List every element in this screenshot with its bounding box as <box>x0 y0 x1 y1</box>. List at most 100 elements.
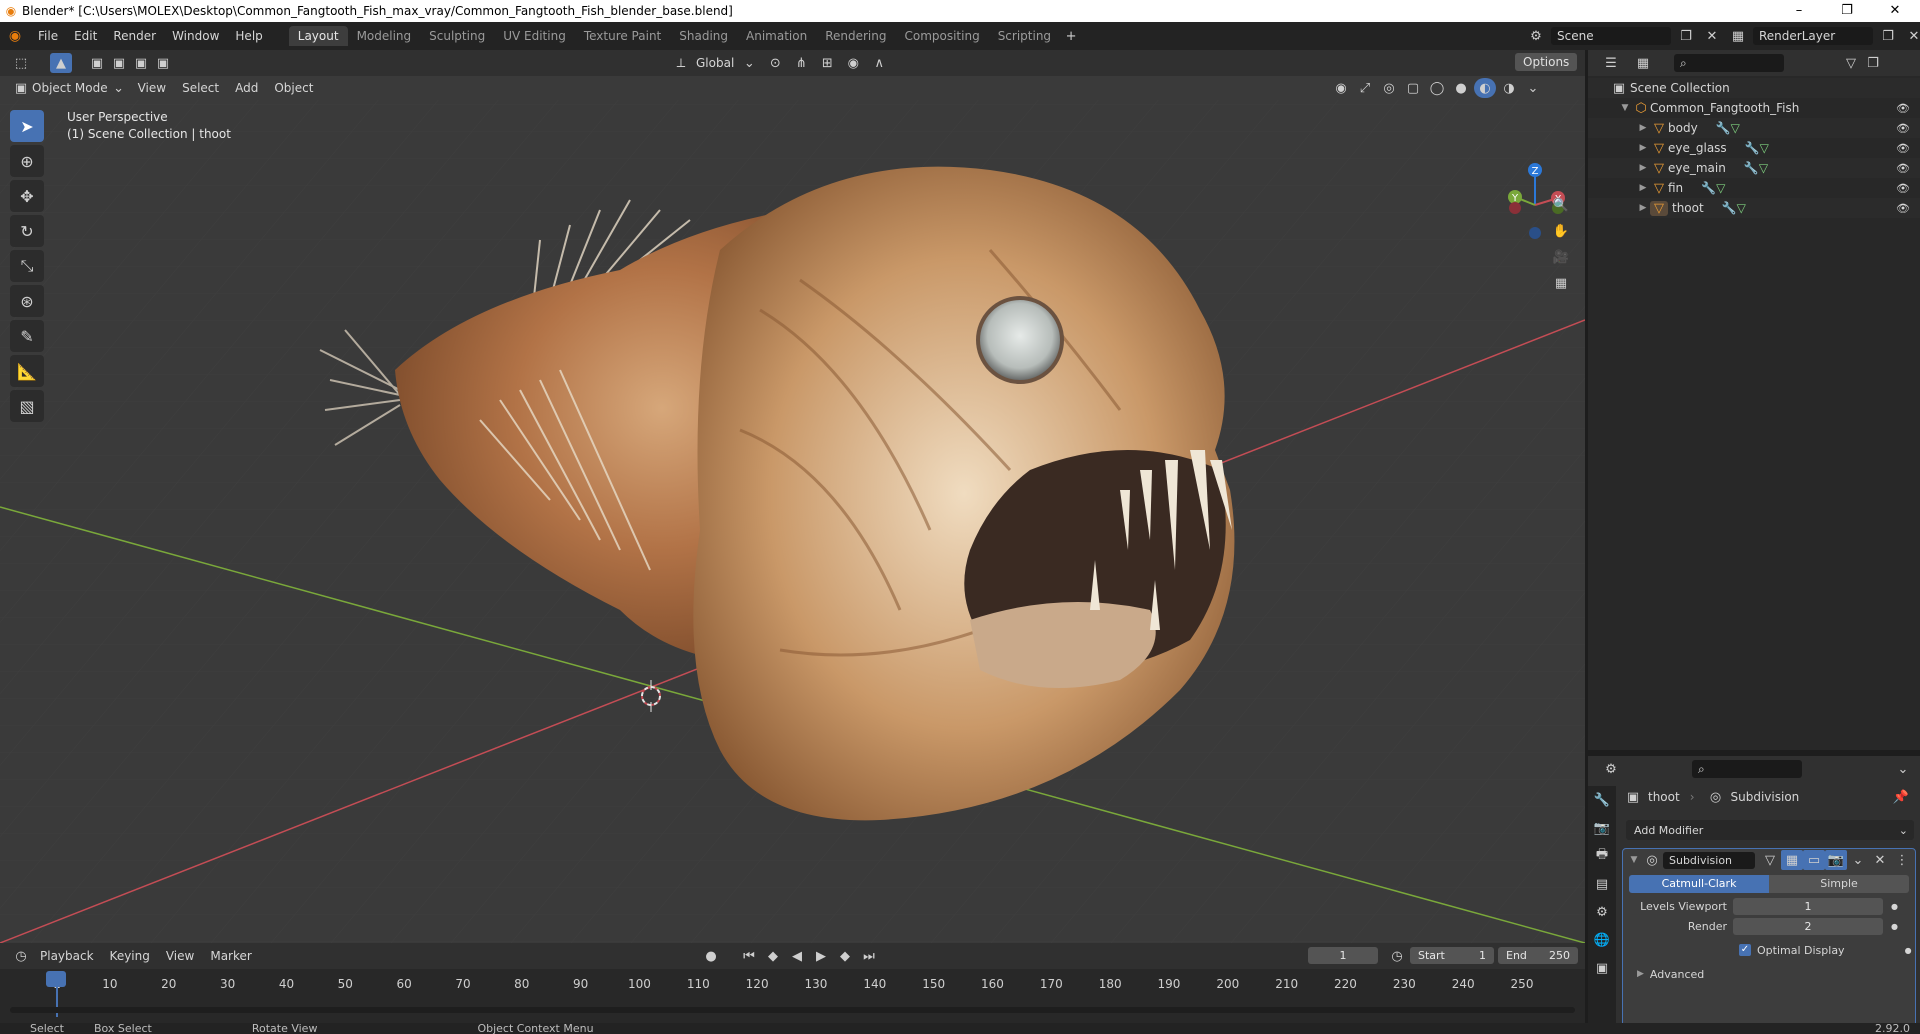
vp-menu-select[interactable]: Select <box>174 81 227 95</box>
mesh-data-icon[interactable]: ▽ <box>1716 181 1725 195</box>
pin-icon[interactable]: 📌 <box>1890 787 1912 807</box>
outliner-collection[interactable]: ▼ ⬡ Common_Fangtooth_Fish 👁 <box>1588 98 1920 118</box>
snap-target-icon[interactable]: ⊞ <box>816 53 838 73</box>
tab-catmull-clark[interactable]: Catmull-Clark <box>1629 875 1769 893</box>
menu-edit[interactable]: Edit <box>66 29 105 43</box>
vp-menu-add[interactable]: Add <box>227 81 266 95</box>
editor-type-icon[interactable]: ⬚ <box>10 53 32 73</box>
add-workspace-icon[interactable]: + <box>1060 26 1082 46</box>
render-layer-new-icon[interactable]: ❐ <box>1877 26 1899 46</box>
eye-icon[interactable]: 👁 <box>1896 202 1910 215</box>
tab-animation[interactable]: Animation <box>737 26 816 46</box>
collapse-arrow-icon[interactable]: ▼ <box>1627 855 1641 865</box>
render-layer-remove-icon[interactable]: ✕ <box>1903 26 1920 46</box>
menu-window[interactable]: Window <box>164 29 227 43</box>
ortho-grid-icon[interactable]: ▦ <box>1550 273 1572 293</box>
mesh-data-icon[interactable]: ▽ <box>1760 141 1769 155</box>
advanced-panel-label[interactable]: Advanced <box>1650 968 1704 981</box>
levels-viewport-field[interactable]: 1 <box>1733 897 1883 915</box>
outliner-item-eye-main[interactable]: ▶ ▽ eye_main 🔧 ▽ 👁 <box>1588 158 1920 178</box>
expand-arrow-icon[interactable]: ▶ <box>1636 203 1650 213</box>
menu-render[interactable]: Render <box>105 29 164 43</box>
expand-arrow-icon[interactable]: ▶ <box>1636 143 1650 153</box>
minimize-button[interactable]: – <box>1776 0 1822 22</box>
close-icon[interactable]: ✕ <box>1869 850 1891 870</box>
tab-rendering[interactable]: Rendering <box>816 26 895 46</box>
camera-view-icon[interactable]: 🎥 <box>1550 247 1572 267</box>
viewport-3d[interactable]: Z X Y ⬚ ▲ ▣ ▣ ▣ ▣ ⟂ Global ⌄ ⊙ ⋔ ⊞ ◉ ∧ O… <box>0 50 1585 943</box>
render-toggle-icon[interactable]: 📷 <box>1825 850 1847 870</box>
expand-arrow-icon[interactable]: ▶ <box>1636 163 1650 173</box>
mesh-data-icon[interactable]: ▽ <box>1759 161 1768 175</box>
keyframe-dot-icon[interactable]: ● <box>1891 902 1898 911</box>
tab-layout[interactable]: Layout <box>288 26 348 46</box>
maximize-button[interactable]: ❐ <box>1824 0 1870 22</box>
solid-shading-icon[interactable]: ● <box>1450 78 1472 98</box>
scene-new-icon[interactable]: ❐ <box>1675 26 1697 46</box>
tab-modeling[interactable]: Modeling <box>348 26 421 46</box>
pan-hand-icon[interactable]: ✋ <box>1550 221 1572 241</box>
move-tool-icon[interactable]: ✥ <box>10 180 44 212</box>
output-tab-icon[interactable]: 🖶 <box>1588 842 1616 870</box>
eye-icon[interactable]: 👁 <box>1896 102 1910 115</box>
viewport-canvas[interactable]: Z X Y <box>0 50 1585 943</box>
scale-tool-icon[interactable]: ⤡ <box>10 250 44 282</box>
new-collection-icon[interactable]: ❐ <box>1862 53 1884 73</box>
world-tab-icon[interactable]: 🌐 <box>1588 926 1616 954</box>
close-button[interactable]: ✕ <box>1872 0 1918 22</box>
select-intersect-icon[interactable]: ▣ <box>152 53 174 73</box>
select-box-icon[interactable]: ▣ <box>86 53 108 73</box>
eye-icon[interactable]: 👁 <box>1896 142 1910 155</box>
modifier-icon[interactable]: 🔧 <box>1716 121 1731 135</box>
view-layer-tab-icon[interactable]: ▤ <box>1588 870 1616 898</box>
chevron-down-icon[interactable]: ⌄ <box>1892 759 1914 779</box>
zoom-icon[interactable]: 🔍 <box>1550 195 1572 215</box>
select-tool-icon[interactable]: ➤ <box>10 110 44 142</box>
scene-tab-icon[interactable]: ⚙ <box>1588 898 1616 926</box>
visibility-icon[interactable]: ◉ <box>1330 78 1352 98</box>
render-layer-field[interactable]: RenderLayer <box>1753 27 1873 45</box>
object-tab-icon[interactable]: ▣ <box>1588 954 1616 982</box>
chevron-down-icon[interactable]: ⌄ <box>738 53 760 73</box>
modifier-icon[interactable]: 🔧 <box>1744 161 1759 175</box>
object-mode-dropdown[interactable]: Object Mode <box>32 81 108 95</box>
select-extend-icon[interactable]: ▣ <box>108 53 130 73</box>
modifier-icon[interactable]: 🔧 <box>1745 141 1760 155</box>
annotate-tool-icon[interactable]: ✎ <box>10 320 44 352</box>
render-tab-icon[interactable]: 📷 <box>1588 814 1616 842</box>
modifier-icon[interactable]: 🔧 <box>1701 181 1716 195</box>
falloff-icon[interactable]: ∧ <box>868 53 890 73</box>
xray-toggle-icon[interactable]: ▢ <box>1402 78 1424 98</box>
rendered-shading-icon[interactable]: ◑ <box>1498 78 1520 98</box>
cursor-tool-icon[interactable]: ⊕ <box>10 145 44 177</box>
tab-uv-editing[interactable]: UV Editing <box>494 26 575 46</box>
tab-simple[interactable]: Simple <box>1769 875 1909 893</box>
rotate-tool-icon[interactable]: ↻ <box>10 215 44 247</box>
select-subtract-icon[interactable]: ▣ <box>130 53 152 73</box>
gizmo-toggle-icon[interactable]: ⤢ <box>1354 78 1376 98</box>
render-levels-field[interactable]: 2 <box>1733 917 1883 935</box>
eye-icon[interactable]: 👁 <box>1896 122 1910 135</box>
tab-sculpting[interactable]: Sculpting <box>420 26 494 46</box>
scene-field[interactable]: Scene <box>1551 27 1671 45</box>
proportional-edit-icon[interactable]: ◉ <box>842 53 864 73</box>
tool-tab-icon[interactable]: 🔧 <box>1588 786 1616 814</box>
options-button[interactable]: Options <box>1515 53 1578 71</box>
outliner-item-body[interactable]: ▶ ▽ body 🔧 ▽ 👁 <box>1588 118 1920 138</box>
viewport-toggle-icon[interactable]: ▭ <box>1803 850 1825 870</box>
chevron-down-icon[interactable]: ⌄ <box>1847 850 1869 870</box>
eye-icon[interactable]: 👁 <box>1896 182 1910 195</box>
chevron-down-icon[interactable]: ⌄ <box>1522 78 1544 98</box>
outliner-scene-collection[interactable]: ▣ Scene Collection <box>1588 78 1920 98</box>
display-mode-icon[interactable]: ▦ <box>1632 53 1654 73</box>
wireframe-shading-icon[interactable]: ◯ <box>1426 78 1448 98</box>
material-shading-icon[interactable]: ◐ <box>1474 78 1496 98</box>
overlay-toggle-icon[interactable]: ◎ <box>1378 78 1400 98</box>
menu-help[interactable]: Help <box>227 29 270 43</box>
orientation-dropdown[interactable]: Global <box>696 56 734 70</box>
transform-tool-icon[interactable]: ⊛ <box>10 285 44 317</box>
expand-arrow-icon[interactable]: ▶ <box>1636 183 1650 193</box>
menu-file[interactable]: File <box>30 29 66 43</box>
edit-mode-toggle-icon[interactable]: ▽ <box>1759 850 1781 870</box>
outliner-item-fin[interactable]: ▶ ▽ fin 🔧 ▽ 👁 <box>1588 178 1920 198</box>
